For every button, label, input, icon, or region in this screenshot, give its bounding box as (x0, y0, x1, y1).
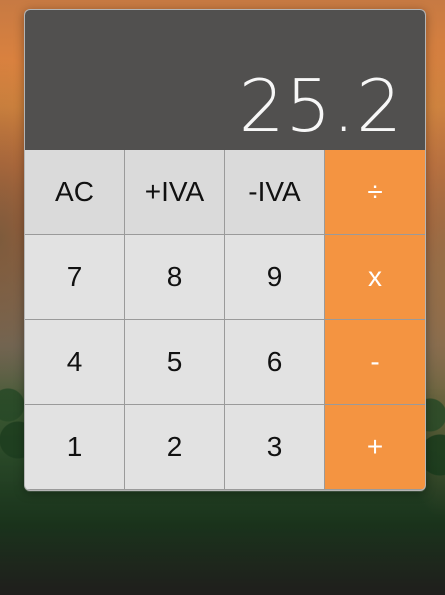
digit-2-button[interactable]: 2 (125, 405, 225, 490)
equals-button[interactable]: = (325, 490, 425, 491)
digit-3-button[interactable]: 3 (225, 405, 325, 490)
add-button[interactable]: + (325, 405, 425, 490)
digit-0-button[interactable]: 0 (25, 490, 225, 491)
calculator-display: 25.2 (25, 10, 425, 150)
digit-4-button[interactable]: 4 (25, 320, 125, 405)
remove-iva-button[interactable]: -IVA (225, 150, 325, 235)
digit-5-button[interactable]: 5 (125, 320, 225, 405)
subtract-button[interactable]: - (325, 320, 425, 405)
decimal-point-button[interactable]: . (225, 490, 325, 491)
digit-7-button[interactable]: 7 (25, 235, 125, 320)
display-value: 25.2 (238, 64, 403, 148)
add-iva-button[interactable]: +IVA (125, 150, 225, 235)
digit-9-button[interactable]: 9 (225, 235, 325, 320)
multiply-button[interactable]: x (325, 235, 425, 320)
digit-1-button[interactable]: 1 (25, 405, 125, 490)
divide-button[interactable]: ÷ (325, 150, 425, 235)
calculator-window: 25.2 AC +IVA -IVA ÷ 7 8 9 x 4 5 6 - 1 2 … (24, 9, 426, 491)
digit-6-button[interactable]: 6 (225, 320, 325, 405)
digit-8-button[interactable]: 8 (125, 235, 225, 320)
keypad: AC +IVA -IVA ÷ 7 8 9 x 4 5 6 - 1 2 3 + 0… (25, 150, 425, 491)
clear-button[interactable]: AC (25, 150, 125, 235)
